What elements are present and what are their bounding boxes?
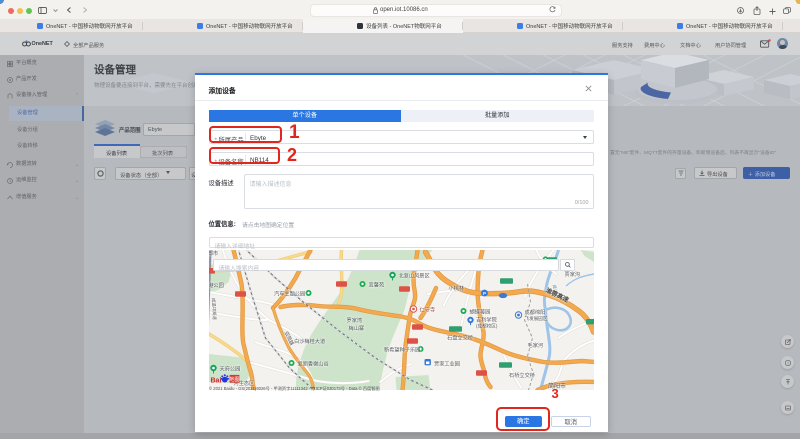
svg-text:宜馨苑: 宜馨苑 xyxy=(368,281,384,289)
svg-text:天府公园: 天府公园 xyxy=(219,365,240,373)
svg-text:贾家沟: 贾家沟 xyxy=(564,270,580,278)
svg-text:白沙梅桂大道: 白沙梅桂大道 xyxy=(294,337,325,345)
svg-text:毛家河: 毛家河 xyxy=(527,341,543,349)
svg-text:成温邛高速: 成温邛高速 xyxy=(210,298,218,321)
svg-text:贾家工业园: 贾家工业园 xyxy=(434,360,460,368)
svg-text:成都绵阳: 成都绵阳 xyxy=(524,308,545,316)
svg-text:Bai: Bai xyxy=(210,378,221,385)
svg-text:石桥立交桥: 石桥立交桥 xyxy=(509,371,536,379)
svg-text:P: P xyxy=(482,291,485,296)
svg-text:飞发展园区: 飞发展园区 xyxy=(524,315,547,322)
svg-text:爱丽香榭山谷: 爱丽香榭山谷 xyxy=(297,360,329,368)
svg-text:北复山风景区: 北复山风景区 xyxy=(398,272,429,280)
svg-text:空港公园: 空港公园 xyxy=(209,281,224,289)
svg-text:罗家湾: 罗家湾 xyxy=(346,316,362,324)
svg-text:?: ? xyxy=(786,361,788,365)
svg-text:地图: 地图 xyxy=(229,376,239,383)
svg-text:蝴蝶莓园: 蝴蝶莓园 xyxy=(469,308,490,316)
svg-text:(成都校区): (成都校区) xyxy=(476,323,498,330)
svg-text:梅山寨: 梅山寨 xyxy=(348,324,364,332)
svg-text:吉利学院: 吉利学院 xyxy=(476,316,498,324)
svg-text:小桃林: 小桃林 xyxy=(448,284,464,292)
svg-text:石盘立交桥: 石盘立交桥 xyxy=(447,334,474,342)
svg-text:新希望种子乐园: 新希望种子乐园 xyxy=(384,346,420,354)
svg-text:仁守寺: 仁守寺 xyxy=(419,306,435,314)
svg-text:汽车主题公园: 汽车主题公园 xyxy=(274,290,305,298)
svg-text:郫市: 郫市 xyxy=(209,250,218,257)
